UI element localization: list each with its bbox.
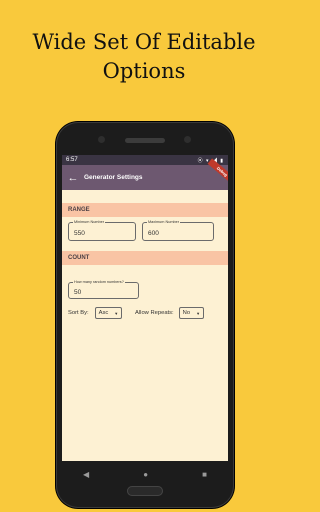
- status-bar: 6:57 ⦿ ▾ ◢ ▮: [62, 155, 228, 165]
- sort-by-label: Sort By:: [68, 310, 89, 316]
- minimum-number-field[interactable]: Minimum Number 550: [68, 219, 136, 241]
- random-count-field[interactable]: How many random numbers? 50: [68, 279, 139, 299]
- count-header-label: COUNT: [68, 255, 90, 261]
- maximum-number-value: 600: [148, 230, 159, 237]
- maximum-number-field[interactable]: Maximum Number 600: [142, 219, 214, 241]
- random-count-label: How many random numbers?: [73, 279, 125, 285]
- app-bar: ← Generator Settings Debug: [62, 158, 228, 190]
- promo-headline: Wide Set Of Editable Options: [0, 28, 288, 86]
- maximum-number-label: Maximum Number: [147, 219, 181, 225]
- count-section-header: COUNT: [62, 251, 228, 265]
- chevron-down-icon: ▼: [114, 310, 119, 316]
- range-section-header: RANGE: [62, 203, 228, 217]
- allow-repeats-value: No: [182, 310, 191, 316]
- sort-by-value: Asc: [98, 310, 109, 316]
- android-nav-bar: ◀ ● ■: [56, 464, 234, 484]
- phone-frame: 6:57 ⦿ ▾ ◢ ▮ ← Generator Settings Debug …: [56, 122, 234, 508]
- range-header-label: RANGE: [68, 207, 90, 213]
- nav-home-icon[interactable]: ●: [143, 470, 148, 479]
- minimum-number-value: 550: [74, 230, 85, 237]
- back-arrow-icon[interactable]: ←: [62, 172, 84, 184]
- phone-screen: 6:57 ⦿ ▾ ◢ ▮ ← Generator Settings Debug …: [62, 155, 228, 461]
- random-count-value: 50: [74, 289, 82, 296]
- hardware-home-button[interactable]: [127, 486, 163, 496]
- allow-repeats-label: Allow Repeats:: [135, 310, 174, 316]
- minimum-number-label: Minimum Number: [73, 219, 105, 225]
- page-title: Generator Settings: [84, 174, 143, 181]
- sort-row: Sort By: Asc ▼: [68, 307, 123, 319]
- promo-line-2: Options: [102, 59, 186, 83]
- nav-back-icon[interactable]: ◀: [83, 470, 89, 479]
- repeat-row: Allow Repeats: No ▼: [135, 307, 205, 319]
- sort-by-dropdown[interactable]: Asc ▼: [94, 307, 123, 319]
- sensor-icon: [98, 136, 105, 143]
- chevron-down-icon: ▼: [196, 310, 201, 316]
- allow-repeats-dropdown[interactable]: No ▼: [178, 307, 205, 319]
- status-time: 6:57: [66, 157, 78, 163]
- nav-recent-icon[interactable]: ■: [202, 470, 207, 479]
- speaker-grille: [125, 138, 165, 143]
- camera-icon: [184, 136, 191, 143]
- promo-line-1: Wide Set Of Editable: [32, 30, 256, 54]
